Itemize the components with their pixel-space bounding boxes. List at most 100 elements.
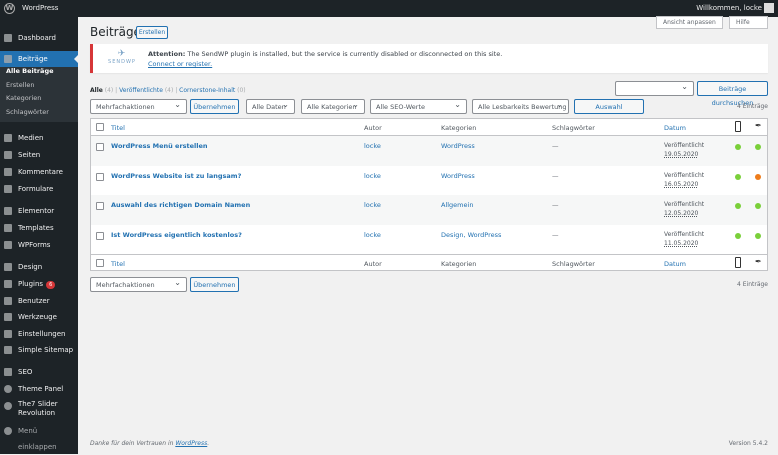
author-link[interactable]: locke xyxy=(364,142,381,150)
column-tags: Schlagwörter xyxy=(552,260,595,268)
submenu-item[interactable]: Schlagwörter xyxy=(6,108,49,116)
menu-item-the7-slider-revolution[interactable]: The7 Slider Revolution xyxy=(0,398,78,418)
menu-item-seo[interactable]: SEO xyxy=(0,364,78,380)
bulk-actions-select[interactable]: Mehrfachaktionen xyxy=(90,98,187,114)
readability-score-dot xyxy=(755,144,761,150)
category-link[interactable]: WordPress xyxy=(441,142,475,150)
category-link[interactable]: Allgemein xyxy=(441,201,473,209)
menu-item-medien[interactable]: Medien xyxy=(0,130,78,146)
filter-button[interactable]: Auswahl einschränken xyxy=(574,99,644,125)
readability-filter-select[interactable]: Alle Lesbarkeits Bewertung xyxy=(472,99,569,114)
site-name-link[interactable]: WordPress xyxy=(22,4,58,12)
menu-label: Theme Panel xyxy=(18,385,64,393)
row-checkbox[interactable] xyxy=(96,143,104,151)
menu-label: Menü einklappen xyxy=(18,427,57,451)
connect-link[interactable]: Connect or register. xyxy=(148,60,212,68)
menu-item-seiten[interactable]: Seiten xyxy=(0,147,78,163)
menu-item-dashboard[interactable]: Dashboard xyxy=(0,30,78,46)
wordpress-link[interactable]: WordPress xyxy=(175,440,207,447)
menu-label: Seiten xyxy=(18,151,41,159)
column-categories: Kategorien xyxy=(441,124,477,132)
row-checkbox[interactable] xyxy=(96,202,104,210)
submenu-item[interactable]: Erstellen xyxy=(6,81,34,89)
menu-item-wpforms[interactable]: WPForms xyxy=(0,237,78,253)
search-input[interactable] xyxy=(615,80,694,96)
menu-label: Templates xyxy=(18,224,54,232)
menu-item-design[interactable]: Design xyxy=(0,259,78,275)
readability-icon: ✒ xyxy=(755,257,762,266)
screen-options-button[interactable]: Ansicht anpassen xyxy=(656,16,723,29)
readability-icon: ✒ xyxy=(755,121,762,130)
category-filter-select[interactable]: Alle Kategorien xyxy=(301,98,365,114)
column-categories: Kategorien xyxy=(441,260,477,268)
select-all-checkbox[interactable] xyxy=(96,123,104,131)
post-date: 11.05.2020 xyxy=(664,239,699,247)
menu-item-kommentare[interactable]: Kommentare xyxy=(0,164,78,180)
menu-item-menü-einklappen[interactable]: Menü einklappen xyxy=(0,423,78,451)
column-title[interactable]: Titel xyxy=(111,124,125,132)
folder-icon xyxy=(4,224,12,232)
menu-item-theme-panel[interactable]: Theme Panel xyxy=(0,381,78,397)
avatar[interactable] xyxy=(764,3,774,13)
menu-item-beiträge[interactable]: Beiträge xyxy=(0,51,78,67)
column-date[interactable]: Datum xyxy=(664,260,686,268)
author-link[interactable]: locke xyxy=(364,201,381,209)
date-filter-select[interactable]: Alle Daten xyxy=(246,98,295,114)
menu-item-formulare[interactable]: Formulare xyxy=(0,181,78,197)
bulk-actions-select-bottom[interactable]: Mehrfachaktionen xyxy=(90,276,187,292)
apply-button[interactable]: Übernehmen xyxy=(190,99,239,114)
help-button[interactable]: Hilfe xyxy=(729,16,768,29)
menu-item-werkzeuge[interactable]: Werkzeuge xyxy=(0,309,78,325)
category-link[interactable]: WordPress xyxy=(441,172,475,180)
wordpress-logo-icon[interactable]: W xyxy=(4,3,15,14)
menu-label: Einstellungen xyxy=(18,330,66,338)
menu-item-plugins[interactable]: Plugins 6 xyxy=(0,276,78,292)
readability-score-dot xyxy=(755,203,761,209)
post-status-filter: Alle (4) | Veröffentlichte (4) | Corners… xyxy=(90,87,246,94)
media-icon xyxy=(4,134,12,142)
seo-score-dot xyxy=(735,173,741,180)
view-count: (0) xyxy=(237,87,246,94)
welcome-user[interactable]: Willkommen, locke xyxy=(696,4,762,12)
post-date: 19.05.2020 xyxy=(664,151,699,158)
post-title-link[interactable]: Auswahl des richtigen Domain Namen xyxy=(111,201,250,209)
sendwp-logo: ✈ SENDWP xyxy=(108,49,136,65)
post-title-link[interactable]: WordPress Website ist zu langsam? xyxy=(111,172,241,180)
select-all-checkbox[interactable] xyxy=(96,259,104,267)
menu-item-benutzer[interactable]: Benutzer xyxy=(0,293,78,309)
menu-item-elementor[interactable]: Elementor xyxy=(0,203,78,219)
category-link[interactable]: Design, WordPress xyxy=(441,231,501,239)
row-checkbox[interactable] xyxy=(96,231,104,240)
apply-button-bottom[interactable]: Übernehmen xyxy=(190,277,239,292)
menu-label: Simple Sitemap xyxy=(18,346,74,354)
post-title-link[interactable]: WordPress Menü erstellen xyxy=(111,142,208,150)
author-link[interactable]: locke xyxy=(364,231,381,239)
view-link[interactable]: Veröffentlichte xyxy=(119,87,163,94)
view-link[interactable]: Alle xyxy=(90,87,103,94)
readability-score-dot xyxy=(755,173,761,180)
readability-score-dot xyxy=(755,232,761,239)
submenu-item[interactable]: Alle Beiträge xyxy=(6,67,54,75)
elementor-icon xyxy=(4,207,12,215)
seo-filter-select[interactable]: Alle SEO-Werte xyxy=(370,98,467,114)
menu-item-simple-sitemap[interactable]: Simple Sitemap xyxy=(0,342,78,358)
view-link[interactable]: Cornerstone-Inhalt xyxy=(179,87,235,94)
tags: — xyxy=(552,171,559,180)
menu-item-einstellungen[interactable]: Einstellungen xyxy=(0,326,78,342)
page-icon xyxy=(4,151,12,159)
add-new-button[interactable]: Erstellen xyxy=(136,26,168,39)
post-title-link[interactable]: Ist WordPress eigentlich kostenlos? xyxy=(111,231,242,239)
dashboard-icon xyxy=(4,34,12,42)
author-link[interactable]: locke xyxy=(364,172,381,180)
row-checkbox[interactable] xyxy=(96,172,104,181)
menu-item-templates[interactable]: Templates xyxy=(0,220,78,236)
column-date[interactable]: Datum xyxy=(664,124,686,132)
column-tags: Schlagwörter xyxy=(552,124,595,132)
submenu-item[interactable]: Kategorien xyxy=(6,94,41,102)
column-title[interactable]: Titel xyxy=(111,260,125,268)
seo-score-dot xyxy=(735,203,741,209)
form-icon xyxy=(4,185,12,193)
post-status: Veröffentlicht xyxy=(664,142,705,149)
search-button[interactable]: Beiträge durchsuchen xyxy=(697,81,768,107)
footer-dot: . xyxy=(207,440,210,447)
